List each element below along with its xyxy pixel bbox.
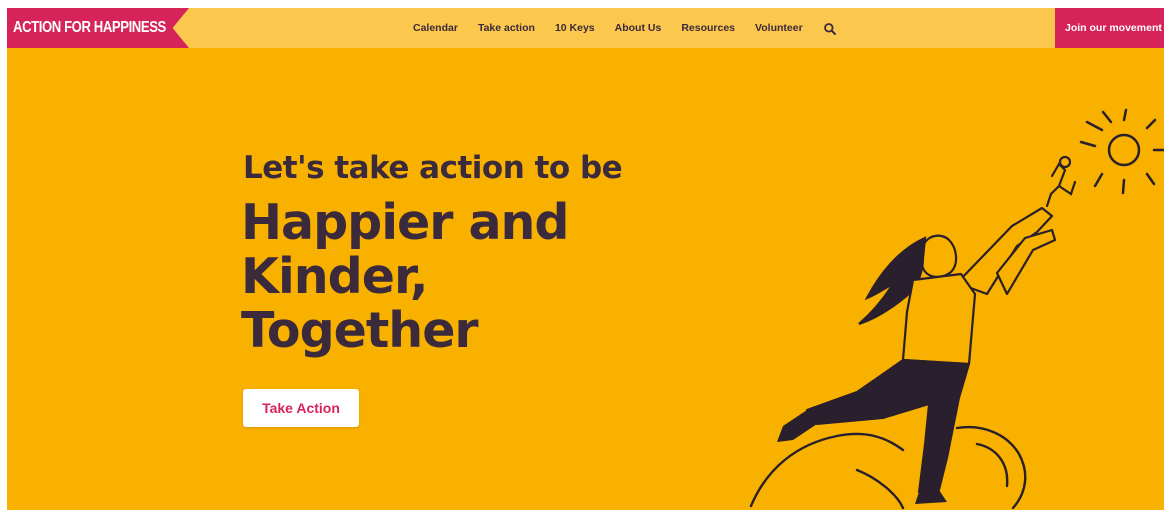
nav-volunteer[interactable]: Volunteer bbox=[755, 22, 803, 34]
arms bbox=[955, 206, 1057, 296]
hero-title: Happier and Kinder, Together bbox=[241, 196, 661, 358]
right-shoe bbox=[915, 490, 947, 504]
main-nav: Calendar Take action 10 Keys About Us Re… bbox=[413, 8, 837, 48]
search-icon[interactable] bbox=[823, 21, 837, 35]
person-legs bbox=[806, 359, 970, 493]
hero-subtitle: Let's take action to be bbox=[243, 150, 623, 186]
hero-title-line: Happier and bbox=[241, 194, 570, 251]
nav-10-keys[interactable]: 10 Keys bbox=[555, 22, 595, 34]
hero-title-line: Kinder, bbox=[241, 248, 429, 305]
hero-title-line: Together bbox=[241, 302, 479, 359]
nav-about-us[interactable]: About Us bbox=[615, 22, 662, 34]
join-movement-button[interactable]: Join our movement bbox=[1055, 8, 1164, 48]
take-action-button[interactable]: Take Action bbox=[243, 389, 359, 427]
hero-illustration bbox=[749, 108, 1164, 510]
sun-icon bbox=[1079, 108, 1164, 195]
person-torso bbox=[901, 272, 977, 366]
small-figure bbox=[1045, 155, 1077, 208]
nav-take-action[interactable]: Take action bbox=[478, 22, 535, 34]
site-logo[interactable]: ACTION FOR HAPPINESS bbox=[7, 8, 189, 48]
logo-text: ACTION FOR HAPPINESS bbox=[13, 19, 166, 36]
page-frame: ACTION FOR HAPPINESS Calendar Take actio… bbox=[7, 8, 1164, 510]
nav-resources[interactable]: Resources bbox=[681, 22, 735, 34]
nav-calendar[interactable]: Calendar bbox=[413, 22, 458, 34]
top-navigation-bar: ACTION FOR HAPPINESS Calendar Take actio… bbox=[7, 8, 1164, 48]
